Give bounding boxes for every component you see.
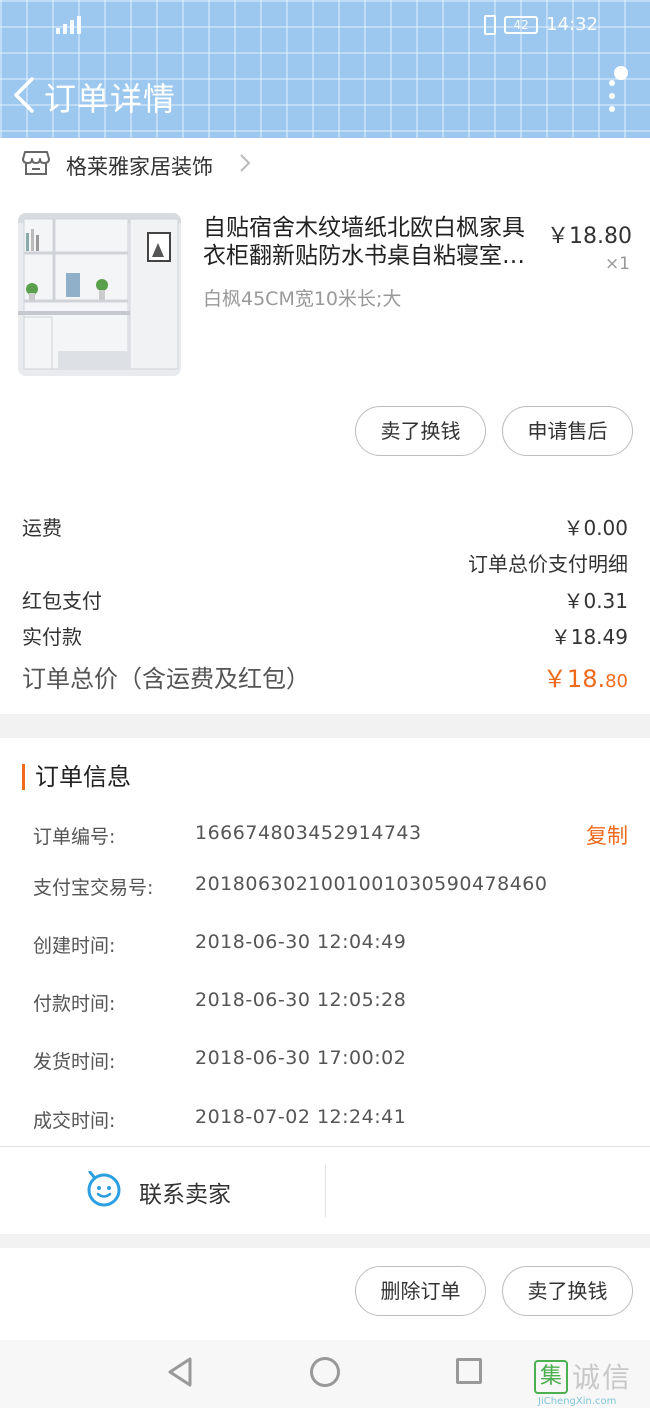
redpacket-label: 红包支付 bbox=[22, 589, 102, 613]
product-price: ￥18.80 bbox=[547, 224, 632, 249]
shipping-label: 运费 bbox=[22, 516, 62, 540]
after-sale-button[interactable]: 申请售后 bbox=[502, 406, 633, 456]
resell-bottom-button[interactable]: 卖了换钱 bbox=[502, 1266, 633, 1316]
shipping-value: ￥0.00 bbox=[563, 516, 628, 540]
delete-order-button[interactable]: 删除订单 bbox=[355, 1266, 486, 1316]
product-item[interactable]: 自贴宿舍木纹墙纸北欧白枫家具衣柜翻新贴防水书桌自粘寝室… 白枫45CM宽10米长… bbox=[0, 190, 650, 390]
payment-detail-link[interactable]: 订单总价支付明细 bbox=[468, 548, 628, 577]
resell-button[interactable]: 卖了换钱 bbox=[355, 406, 486, 456]
paid-label: 实付款 bbox=[22, 625, 82, 649]
price-summary: 运费 ￥0.00 订单总价支付明细 红包支付 ￥0.31 实付款 ￥18.49 … bbox=[0, 486, 650, 714]
chevron-right-icon bbox=[240, 154, 251, 172]
nav-back-icon[interactable] bbox=[166, 1356, 194, 1388]
shop-name: 格莱雅家居装饰 bbox=[66, 155, 213, 179]
shop-row[interactable]: 格莱雅家居装饰 bbox=[0, 138, 650, 190]
watermark-url: JiChengXin.com bbox=[538, 1396, 617, 1407]
product-sku: 白枫45CM宽10米长;大 bbox=[203, 288, 402, 310]
product-title[interactable]: 自贴宿舍木纹墙纸北欧白枫家具衣柜翻新贴防水书桌自粘寝室… bbox=[203, 214, 538, 270]
contact-bar: 联系卖家 bbox=[0, 1146, 650, 1234]
store-icon bbox=[22, 151, 50, 175]
copy-button[interactable]: 复制 bbox=[586, 820, 628, 850]
divider bbox=[325, 1165, 326, 1217]
signal-icon bbox=[56, 12, 88, 34]
back-arrow-icon[interactable] bbox=[10, 76, 40, 114]
total-value: ￥18.80 bbox=[542, 665, 628, 693]
vibrate-icon bbox=[484, 14, 497, 35]
chat-bubble-icon[interactable] bbox=[86, 1171, 122, 1207]
status-bar: 42 14:32 bbox=[0, 0, 650, 50]
product-quantity: ×1 bbox=[604, 254, 630, 274]
product-image[interactable] bbox=[18, 213, 181, 376]
order-info: 订单信息 订单编号: 166674803452914743 复制 支付宝交易号:… bbox=[0, 738, 650, 1146]
bottom-action-bar: 删除订单 卖了换钱 bbox=[0, 1248, 650, 1340]
system-nav-bar: 集 诚信 JiChengXin.com bbox=[0, 1340, 650, 1408]
nav-home-icon[interactable] bbox=[310, 1357, 340, 1387]
watermark-name: 诚信 bbox=[572, 1361, 633, 1394]
header: 42 14:32 订单详情 bbox=[0, 0, 650, 138]
paid-value: ￥18.49 bbox=[550, 625, 628, 649]
battery-icon: 42 bbox=[504, 15, 539, 34]
watermark-logo: 集 bbox=[534, 1360, 568, 1394]
status-time: 14:32 bbox=[546, 14, 598, 35]
item-actions: 卖了换钱 申请售后 bbox=[0, 390, 650, 486]
redpacket-value: ￥0.31 bbox=[563, 589, 628, 613]
contact-seller-button[interactable]: 联系卖家 bbox=[139, 1175, 231, 1209]
page-title: 订单详情 bbox=[44, 80, 177, 118]
notification-dot bbox=[614, 66, 628, 80]
order-info-heading: 订单信息 bbox=[22, 764, 131, 790]
more-menu-icon[interactable] bbox=[606, 76, 620, 116]
total-label: 订单总价（含运费及红包） bbox=[22, 665, 310, 693]
nav-recent-icon[interactable] bbox=[456, 1358, 482, 1384]
